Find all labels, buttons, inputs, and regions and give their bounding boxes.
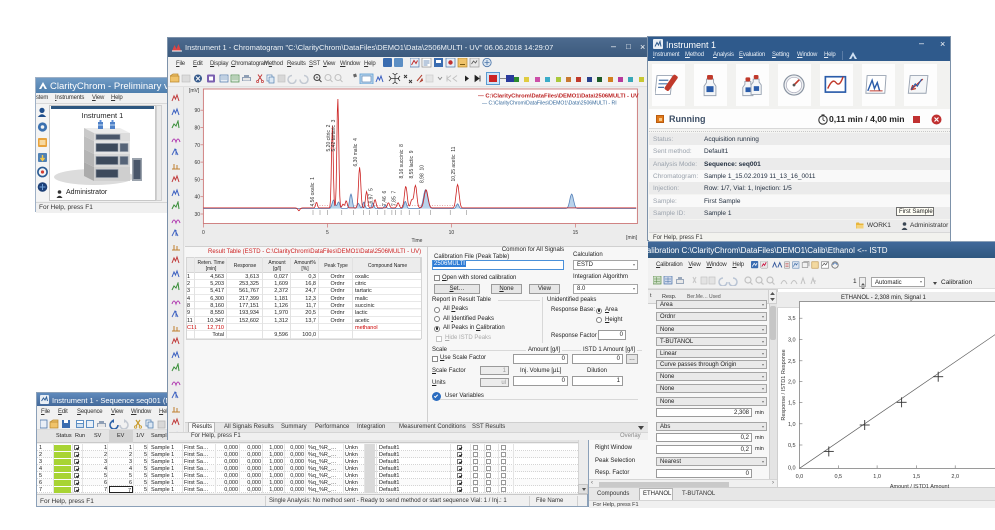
svg-text:8,98 10: 8,98 10 — [420, 165, 426, 183]
svg-text:10: 10 — [449, 230, 455, 236]
svg-text:6,97 5: 6,97 5 — [368, 188, 374, 204]
svg-text:90: 90 — [194, 108, 200, 114]
svg-text:8,55 lactic 9: 8,55 lactic 9 — [409, 150, 415, 178]
svg-text:8,16 succinic 8: 8,16 succinic 8 — [399, 144, 405, 179]
svg-text:— C:\ClarityChrom\DataFiles\DE: — C:\ClarityChrom\DataFiles\DEMO1\Data\2… — [482, 101, 617, 107]
svg-text:40: 40 — [194, 195, 200, 201]
svg-text:0,5: 0,5 — [788, 443, 796, 449]
svg-text:1,0: 1,0 — [873, 474, 881, 480]
svg-text:10,25 acetic 11: 10,25 acetic 11 — [451, 146, 457, 181]
svg-text:— C:\ClarityChrom\DataFiles\DE: — C:\ClarityChrom\DataFiles\DEMO1\Data\2… — [478, 94, 639, 100]
svg-text:Time: Time — [412, 238, 423, 244]
svg-text:Amount / ISTD1 Amount: Amount / ISTD1 Amount — [890, 484, 950, 490]
svg-text:30: 30 — [194, 212, 200, 218]
svg-text:0,0: 0,0 — [796, 474, 804, 480]
svg-text:4,56 oxalic 1: 4,56 oxalic 1 — [310, 177, 316, 207]
svg-text:2,5: 2,5 — [788, 359, 796, 365]
svg-text:7,46 6: 7,46 6 — [382, 190, 388, 206]
svg-text:Response / ISTD1 Response: Response / ISTD1 Response — [781, 349, 787, 420]
svg-text:5: 5 — [326, 230, 329, 236]
svg-text:0,5: 0,5 — [834, 474, 842, 480]
svg-text:3,0: 3,0 — [788, 337, 796, 343]
svg-text:50: 50 — [194, 177, 200, 183]
svg-text:0: 0 — [202, 230, 205, 236]
svg-text:80: 80 — [194, 126, 200, 132]
svg-text:7,85 7: 7,85 7 — [392, 190, 398, 206]
svg-text:15: 15 — [573, 230, 579, 236]
svg-text:0,0: 0,0 — [788, 466, 796, 472]
svg-text:[mV]: [mV] — [189, 88, 200, 94]
svg-text:[min]: [min] — [626, 235, 637, 241]
svg-text:3,5: 3,5 — [788, 316, 796, 322]
svg-text:1,5: 1,5 — [913, 474, 921, 480]
svg-text:5,42 tartaric 3: 5,42 tartaric 3 — [331, 119, 337, 151]
svg-text:60: 60 — [194, 160, 200, 166]
svg-text:1,5: 1,5 — [788, 400, 796, 406]
svg-text:6,30 malic 4: 6,30 malic 4 — [353, 138, 359, 167]
svg-text:1,0: 1,0 — [788, 422, 796, 428]
svg-text:2,0: 2,0 — [951, 474, 959, 480]
svg-text:2,0: 2,0 — [788, 380, 796, 386]
svg-text:70: 70 — [194, 143, 200, 149]
